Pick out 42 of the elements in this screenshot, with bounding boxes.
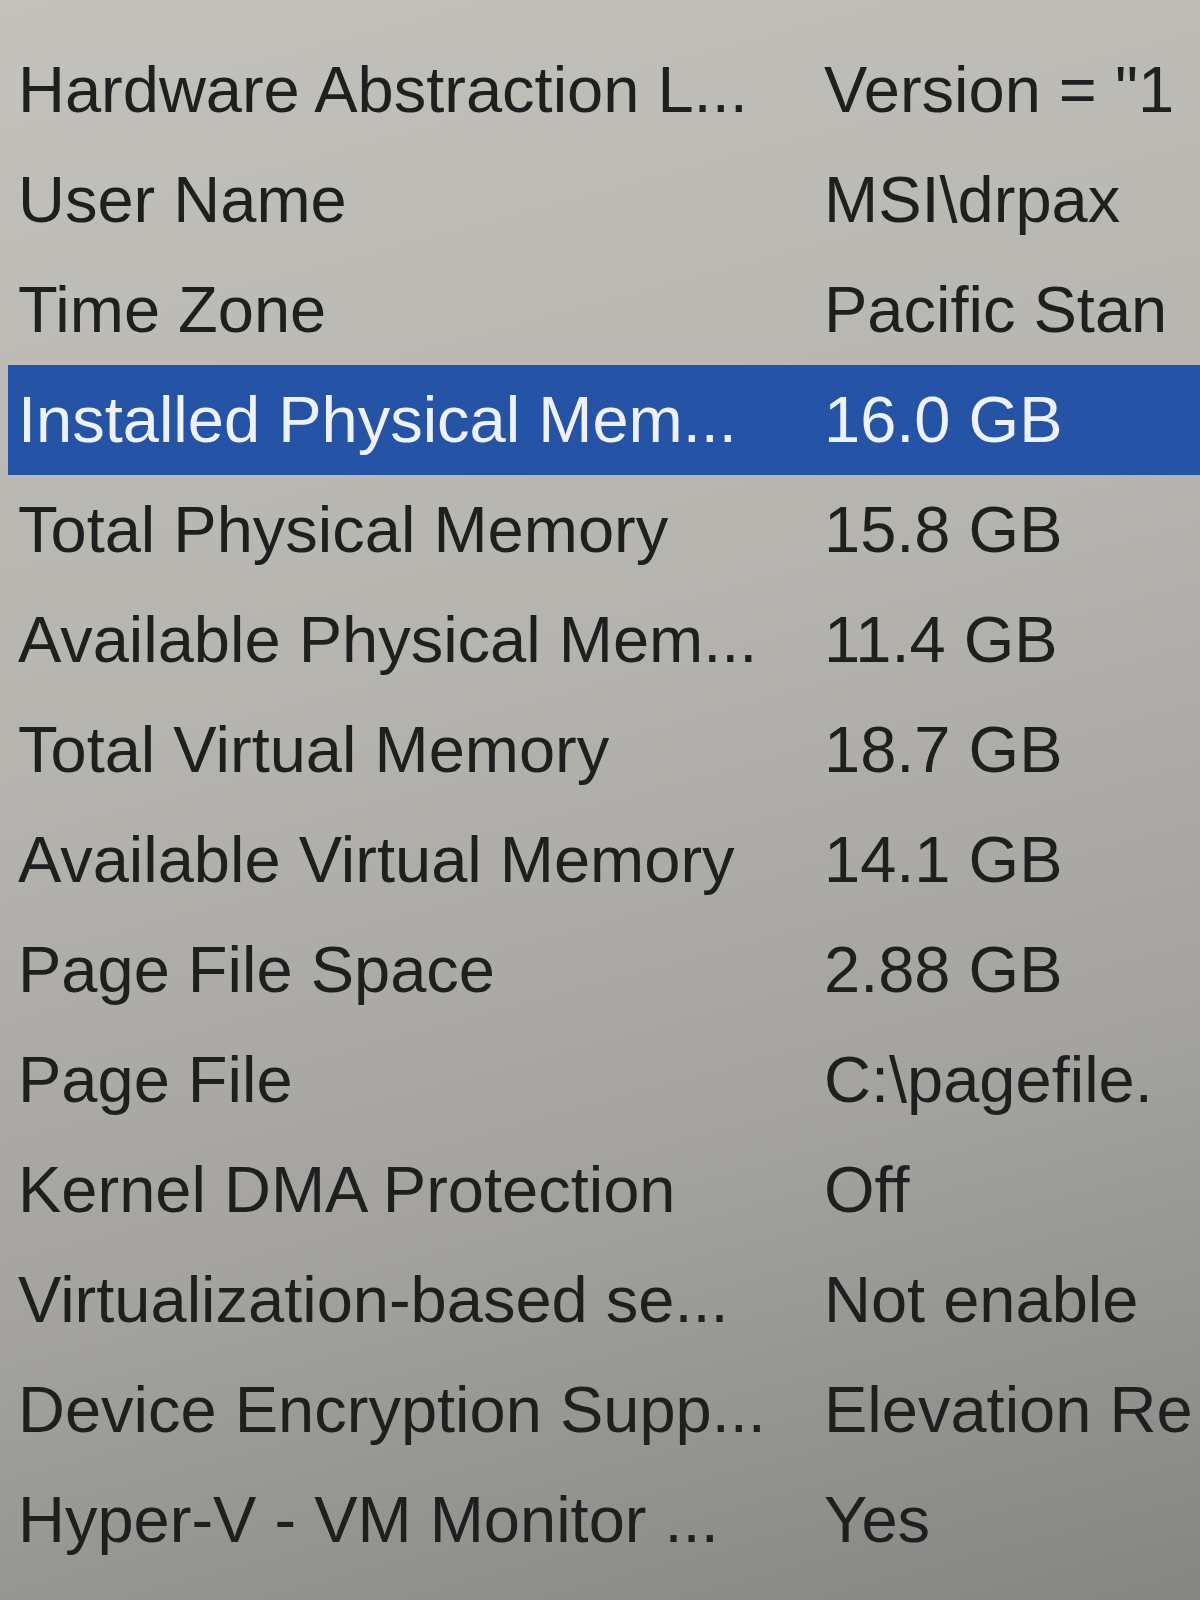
item-cell: Available Physical Mem...: [18, 602, 758, 678]
value-cell: Not enable: [824, 1262, 1139, 1338]
value-cell: Version = "1: [824, 52, 1175, 128]
value-cell: 14.1 GB: [824, 822, 1063, 898]
item-cell: Device Encryption Supp...: [18, 1372, 766, 1448]
value-cell: 11.4 GB: [824, 602, 1058, 678]
value-cell: 16.0 GB: [824, 382, 1063, 458]
item-cell: User Name: [18, 162, 347, 238]
list-row[interactable]: Virtualization-based se... Not enable: [8, 1245, 1200, 1355]
list-row[interactable]: Hardware Abstraction L... Version = "1: [8, 35, 1200, 145]
value-cell: C:\pagefile.: [824, 1042, 1153, 1118]
value-cell: 2.88 GB: [824, 932, 1063, 1008]
item-cell: Time Zone: [18, 272, 327, 348]
list-row[interactable]: Available Virtual Memory 14.1 GB: [8, 805, 1200, 915]
list-row[interactable]: Time Zone Pacific Stan: [8, 255, 1200, 365]
value-cell: 18.7 GB: [824, 712, 1063, 788]
item-cell: Page File Space: [18, 932, 495, 1008]
value-cell: Pacific Stan: [824, 272, 1168, 348]
value-cell: Elevation Re: [824, 1372, 1193, 1448]
list-row[interactable]: Hyper-V - VM Monitor ... Yes: [8, 1465, 1200, 1575]
list-row[interactable]: Kernel DMA Protection Off: [8, 1135, 1200, 1245]
item-cell: Virtualization-based se...: [18, 1262, 729, 1338]
list-row[interactable]: Page File Space 2.88 GB: [8, 915, 1200, 1025]
list-row[interactable]: Available Physical Mem... 11.4 GB: [8, 585, 1200, 695]
item-cell: Available Virtual Memory: [18, 822, 735, 898]
item-cell: Kernel DMA Protection: [18, 1152, 676, 1228]
item-cell: Total Physical Memory: [18, 492, 669, 568]
value-cell: 15.8 GB: [824, 492, 1063, 568]
list-row[interactable]: Device Encryption Supp... Elevation Re: [8, 1355, 1200, 1465]
list-row[interactable]: Total Virtual Memory 18.7 GB: [8, 695, 1200, 805]
item-cell: Hardware Abstraction L...: [18, 52, 748, 128]
item-cell: Page File: [18, 1042, 293, 1118]
list-row[interactable]: Total Physical Memory 15.8 GB: [8, 475, 1200, 585]
item-cell: Hyper-V - VM Monitor ...: [18, 1482, 719, 1558]
list-row[interactable]: User Name MSI\drpax: [8, 145, 1200, 255]
item-cell: Total Virtual Memory: [18, 712, 610, 788]
value-cell: MSI\drpax: [824, 162, 1121, 238]
list-row[interactable]: Installed Physical Mem... 16.0 GB: [8, 365, 1200, 475]
value-cell: Off: [824, 1152, 910, 1228]
value-cell: Yes: [824, 1482, 931, 1558]
item-cell: Installed Physical Mem...: [18, 382, 737, 458]
list-row[interactable]: Page File C:\pagefile.: [8, 1025, 1200, 1135]
